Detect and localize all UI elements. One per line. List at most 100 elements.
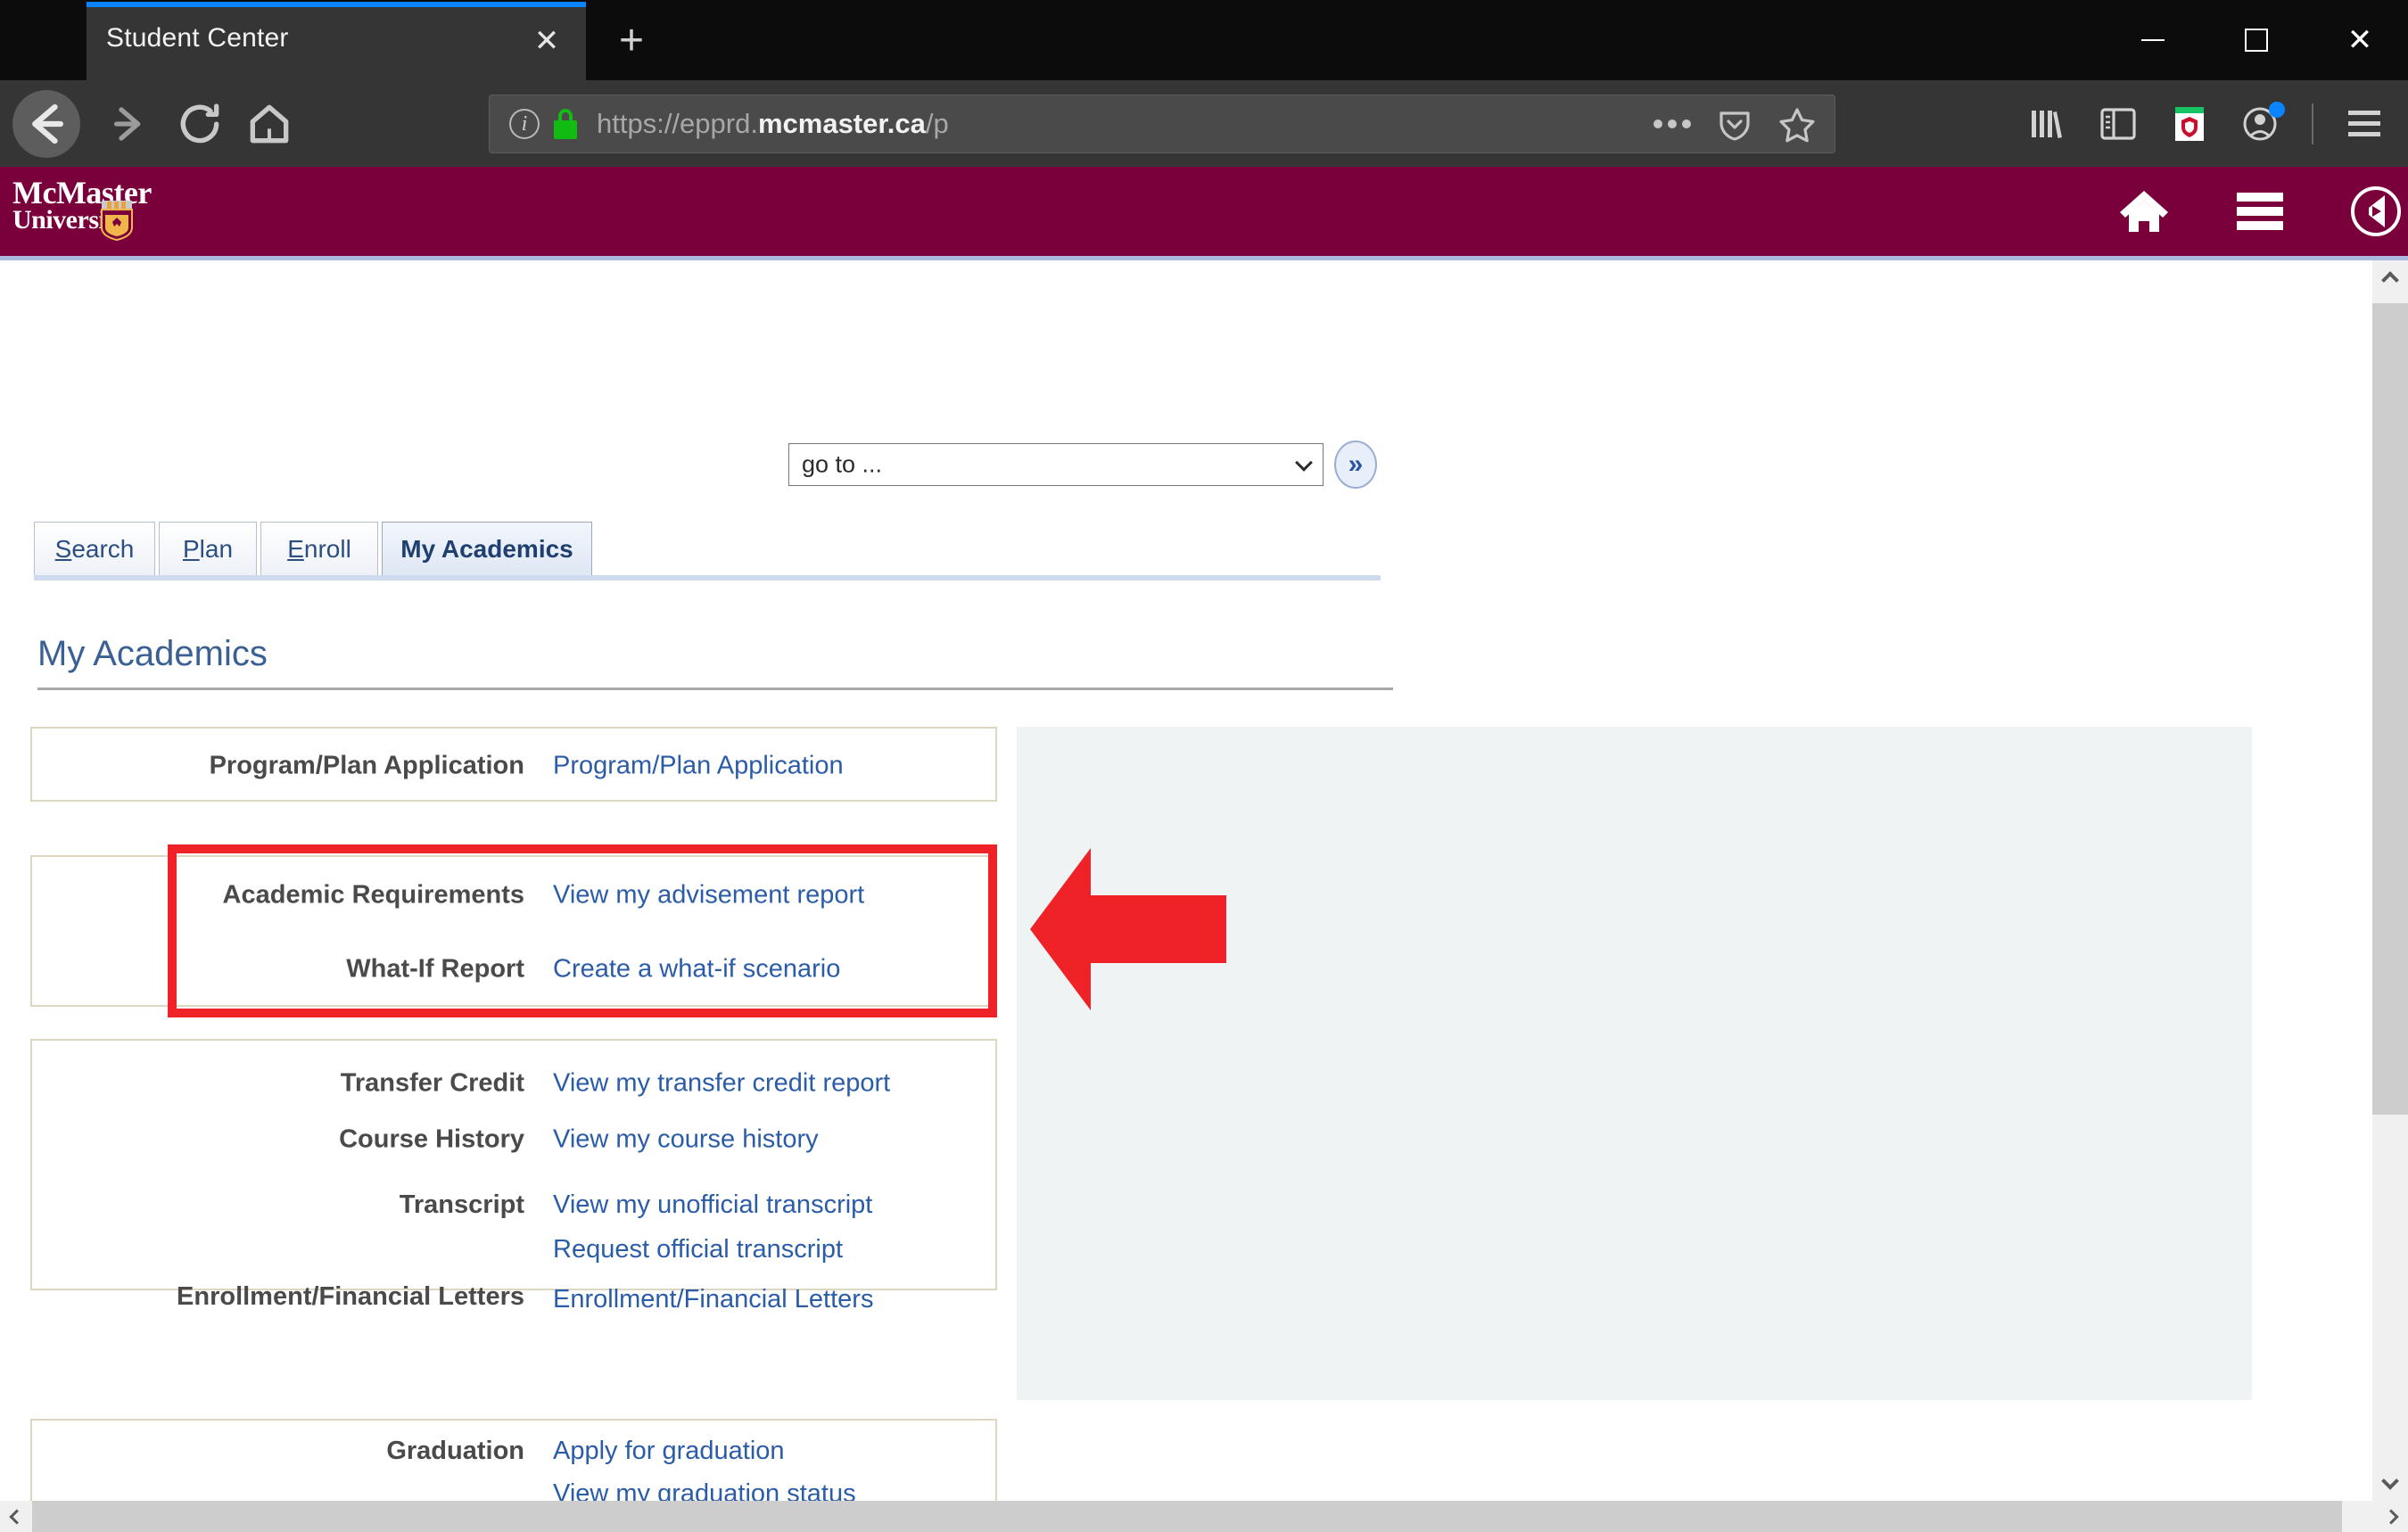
link-program-plan-application[interactable]: Program/Plan Application: [553, 752, 844, 781]
url-bar-actions: [1644, 99, 1826, 149]
link-enrollment-financial-letters[interactable]: Enrollment/Financial Letters: [553, 1285, 873, 1314]
table-row: Enrollment/Financial Letters Enrollment/…: [32, 1265, 995, 1363]
table-row: Program/Plan Application Program/Plan Ap…: [32, 729, 995, 803]
link-view-my-graduation-status[interactable]: View my graduation status: [553, 1479, 856, 1501]
url-domain: mcmaster.ca: [757, 107, 926, 139]
link-request-official-transcript[interactable]: Request official transcript: [553, 1235, 843, 1264]
tab-my-academics[interactable]: My Academics: [382, 522, 592, 575]
mcmaster-home-button[interactable]: [2112, 179, 2176, 243]
horizontal-scrollbar-thumb[interactable]: [32, 1501, 2342, 1532]
back-button[interactable]: [12, 89, 80, 158]
reload-button[interactable]: [171, 95, 228, 152]
link-view-my-course-history[interactable]: View my course history: [553, 1125, 819, 1155]
row-label: Transcript: [399, 1190, 524, 1219]
home-icon: [2120, 191, 2168, 232]
maximize-window-button[interactable]: [2201, 0, 2312, 80]
header-blue-rule: [0, 256, 2408, 260]
table-row: Transfer Credit View my transfer credit …: [32, 1055, 995, 1112]
reload-icon: [180, 103, 219, 143]
close-icon: ✕: [2346, 23, 2373, 57]
scroll-left-button[interactable]: [0, 1501, 30, 1532]
tab-plan[interactable]: Plan: [159, 522, 257, 575]
toolbar-divider: [2312, 103, 2313, 144]
chevron-up-icon: [2381, 271, 2399, 289]
app-menu-icon: [2348, 110, 2380, 136]
link-view-my-transfer-credit-report[interactable]: View my transfer credit report: [553, 1069, 890, 1099]
browser-window: Student Center ✕ + ✕ i https://epprd.mcm…: [0, 0, 2408, 1532]
link-view-my-unofficial-transcript[interactable]: View my unofficial transcript: [553, 1190, 872, 1220]
mcmaster-header-banner: McMaster University: [0, 167, 2408, 256]
close-tab-icon[interactable]: ✕: [527, 21, 566, 61]
url-prefix: https://epprd.: [597, 107, 758, 139]
row-label: Course History: [339, 1124, 524, 1154]
browser-toolbar-icons: [2016, 96, 2396, 152]
tab-plan-label: Plan: [182, 534, 234, 563]
account-notification-dot: [2269, 101, 2285, 118]
row-label: Program/Plan Application: [209, 751, 524, 780]
tab-search-label: Search: [54, 534, 135, 563]
mcmaster-menu-button[interactable]: [2228, 179, 2292, 243]
tab-enroll[interactable]: Enroll: [260, 522, 378, 575]
hamburger-menu-icon: [2237, 193, 2283, 230]
site-info-icon[interactable]: i: [509, 108, 540, 139]
page-actions-icon: [1653, 119, 1691, 128]
group-graduation: Graduation Apply for graduation View my …: [30, 1419, 997, 1501]
app-menu-button[interactable]: [2333, 96, 2396, 152]
tab-enroll-label: Enroll: [287, 534, 351, 563]
forward-button[interactable]: [100, 95, 157, 152]
mcmaster-navbar-button[interactable]: [2344, 179, 2408, 243]
minimize-icon: [2141, 39, 2165, 41]
page-actions-button[interactable]: [1644, 99, 1701, 149]
home-button[interactable]: [241, 95, 298, 152]
row-label: Graduation: [386, 1437, 524, 1465]
new-tab-icon[interactable]: +: [608, 20, 655, 66]
forward-icon: [113, 106, 141, 141]
group-program-plan-application: Program/Plan Application Program/Plan Ap…: [30, 727, 997, 802]
active-tab-accent: [87, 2, 586, 7]
chevron-down-icon: [2381, 1472, 2399, 1490]
chevron-down-icon: [1295, 454, 1313, 472]
back-icon: [32, 103, 63, 144]
home-icon: [250, 104, 289, 143]
logo-line-1: McMaster: [12, 175, 152, 210]
go-to-control: go to ... »: [788, 441, 1377, 489]
url-bar[interactable]: i https://epprd.mcmaster.ca/p: [489, 94, 1835, 153]
page-vertical-scrollbar[interactable]: [2372, 260, 2408, 1501]
nav-bar-icon: [2351, 186, 2401, 236]
browser-tab-strip: Student Center ✕ + ✕: [0, 0, 2408, 80]
close-window-button[interactable]: ✕: [2305, 0, 2408, 80]
row-label: Enrollment/Financial Letters: [177, 1282, 524, 1311]
scroll-right-button[interactable]: [2378, 1501, 2408, 1532]
mcmaster-crest-icon: [101, 201, 133, 242]
go-to-select[interactable]: go to ...: [788, 443, 1324, 486]
pocket-button[interactable]: [1706, 99, 1763, 149]
go-to-submit-button[interactable]: »: [1334, 441, 1377, 489]
chevron-left-icon: [9, 1509, 25, 1524]
mcmaster-logo[interactable]: McMaster University: [12, 177, 173, 247]
go-to-selected-value: go to ...: [802, 450, 883, 478]
browser-tab-title: Student Center: [106, 23, 289, 53]
table-row: Graduation Apply for graduation View my …: [32, 1421, 995, 1501]
sidebar-icon: [2100, 107, 2136, 140]
browser-navigation-bar: i https://epprd.mcmaster.ca/p: [0, 80, 2408, 167]
tab-search[interactable]: Search: [34, 522, 155, 575]
maximize-icon: [2245, 29, 2268, 52]
extension-button[interactable]: [2158, 96, 2221, 152]
link-apply-for-graduation[interactable]: Apply for graduation: [553, 1437, 785, 1466]
account-button[interactable]: [2230, 96, 2292, 152]
bookmark-button[interactable]: [1769, 99, 1826, 149]
chevron-right-icon: [2383, 1509, 2399, 1524]
row-label: Transfer Credit: [340, 1068, 524, 1098]
bookmark-star-icon: [1779, 107, 1815, 142]
scroll-down-button[interactable]: [2372, 1465, 2408, 1501]
browser-tab[interactable]: Student Center ✕: [87, 2, 586, 80]
window-horizontal-scrollbar[interactable]: [0, 1501, 2408, 1532]
minimize-window-button[interactable]: [2098, 0, 2208, 80]
extension-icon: [2175, 106, 2204, 141]
page-title: My Academics: [37, 634, 268, 673]
library-button[interactable]: [2016, 96, 2078, 152]
vertical-scrollbar-thumb[interactable]: [2372, 303, 2408, 1115]
annotation-highlight-box: [168, 844, 997, 1017]
scroll-up-button[interactable]: [2372, 260, 2408, 296]
sidebar-button[interactable]: [2087, 96, 2149, 152]
